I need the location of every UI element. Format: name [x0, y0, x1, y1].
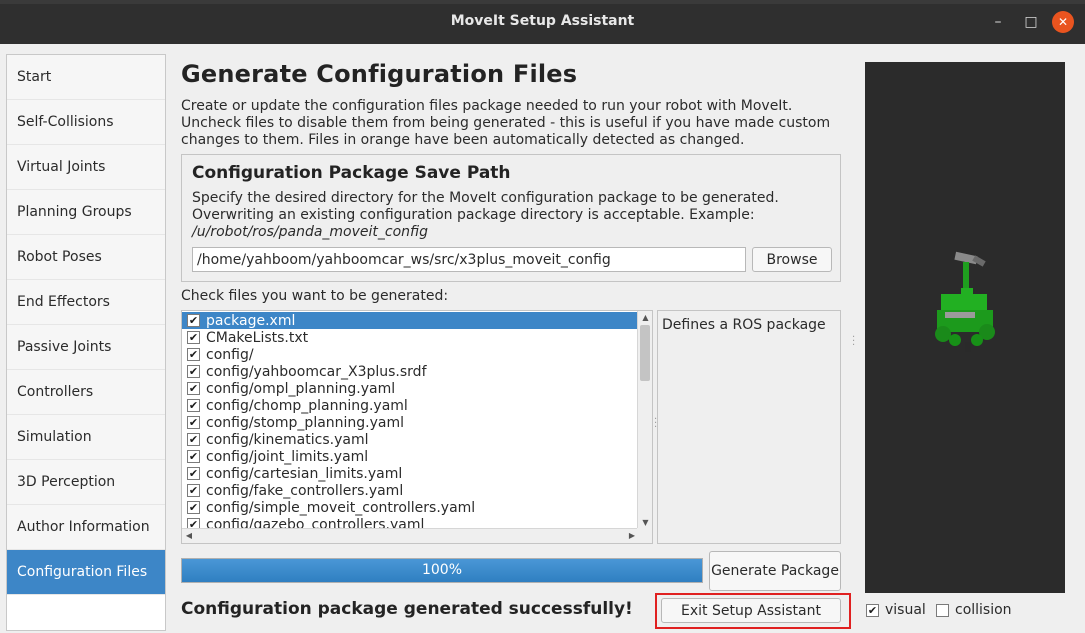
scroll-left-icon[interactable]: ◀ — [182, 529, 196, 543]
scrollbar-thumb[interactable] — [640, 325, 650, 381]
list-item[interactable]: ✔ config/yahboomcar_X3plus.srdf — [182, 363, 638, 380]
progress-label: 100% — [421, 562, 463, 578]
checkbox-checked-icon[interactable]: ✔ — [187, 382, 200, 395]
minimize-icon[interactable]: – — [988, 12, 1008, 32]
sidebar-item-end-effectors[interactable]: End Effectors — [7, 280, 165, 325]
file-description-panel: Defines a ROS package — [657, 310, 841, 544]
file-name: config/ompl_planning.yaml — [206, 380, 396, 397]
sidebar-item-virtual-joints[interactable]: Virtual Joints — [7, 145, 165, 190]
checkbox-checked-icon[interactable]: ✔ — [187, 416, 200, 429]
sidebar-item-configuration-files[interactable]: Configuration Files — [7, 550, 165, 595]
list-item[interactable]: ✔ package.xml — [182, 312, 638, 329]
collision-label: collision — [955, 602, 1012, 618]
sidebar-item-self-collisions[interactable]: Self-Collisions — [7, 100, 165, 145]
collision-toggle[interactable]: collision — [936, 602, 1012, 618]
visual-toggle[interactable]: ✔ visual — [866, 602, 926, 618]
file-name: config/fake_controllers.yaml — [206, 482, 404, 499]
list-item[interactable]: ✔ config/joint_limits.yaml — [182, 448, 638, 465]
sidebar-item-robot-poses[interactable]: Robot Poses — [7, 235, 165, 280]
file-name: package.xml — [206, 312, 296, 329]
save-path-heading: Configuration Package Save Path — [192, 163, 511, 183]
checkbox-checked-icon[interactable]: ✔ — [866, 603, 879, 617]
sidebar-item-3d-perception[interactable]: 3D Perception — [7, 460, 165, 505]
robot-model-icon — [935, 251, 995, 352]
file-name: config/cartesian_limits.yaml — [206, 465, 403, 482]
generate-package-button[interactable]: Generate Package — [709, 551, 841, 591]
sidebar-item-passive-joints[interactable]: Passive Joints — [7, 325, 165, 370]
file-name: config/simple_moveit_controllers.yaml — [206, 499, 476, 516]
browse-button[interactable]: Browse — [752, 247, 832, 272]
list-item[interactable]: ✔ CMakeLists.txt — [182, 329, 638, 346]
checkbox-checked-icon[interactable]: ✔ — [187, 365, 200, 378]
scroll-up-icon[interactable]: ▲ — [638, 311, 652, 325]
vertical-scrollbar[interactable]: ▲ ▼ — [637, 311, 652, 530]
list-item[interactable]: ✔ config/chomp_planning.yaml — [182, 397, 638, 414]
horizontal-scrollbar[interactable]: ◀ ▶ — [182, 528, 639, 543]
checkbox-checked-icon[interactable]: ✔ — [187, 484, 200, 497]
checkbox-checked-icon[interactable]: ✔ — [187, 450, 200, 463]
list-item[interactable]: ✔ config/kinematics.yaml — [182, 431, 638, 448]
checkbox-checked-icon[interactable]: ✔ — [187, 467, 200, 480]
file-name: config/ — [206, 346, 254, 363]
title-bar-strip — [0, 0, 1085, 4]
list-item[interactable]: ✔ config/cartesian_limits.yaml — [182, 465, 638, 482]
maximize-icon[interactable]: □ — [1021, 12, 1041, 32]
file-name: CMakeLists.txt — [206, 329, 309, 346]
list-item[interactable]: ✔ config/ompl_planning.yaml — [182, 380, 638, 397]
checkbox-unchecked-icon[interactable] — [936, 603, 949, 617]
file-name: config/joint_limits.yaml — [206, 448, 369, 465]
sidebar-item-planning-groups[interactable]: Planning Groups — [7, 190, 165, 235]
title-bar: MoveIt Setup Assistant – □ ✕ — [0, 0, 1085, 44]
main-panel: Generate Configuration Files Create or u… — [181, 60, 841, 149]
save-path-input[interactable] — [192, 247, 746, 272]
sidebar-item-controllers[interactable]: Controllers — [7, 370, 165, 415]
checkbox-checked-icon[interactable]: ✔ — [187, 433, 200, 446]
list-item[interactable]: ✔ config/stomp_planning.yaml — [182, 414, 638, 431]
visual-label: visual — [885, 602, 926, 618]
checkbox-checked-icon[interactable]: ✔ — [187, 348, 200, 361]
window-title: MoveIt Setup Assistant — [450, 13, 635, 29]
close-icon[interactable]: ✕ — [1052, 11, 1074, 33]
list-item[interactable]: ✔ config/fake_controllers.yaml — [182, 482, 638, 499]
file-name: config/kinematics.yaml — [206, 431, 369, 448]
sidebar-item-start[interactable]: Start — [7, 55, 165, 100]
save-path-group: Configuration Package Save Path Specify … — [181, 154, 841, 282]
exit-button-highlight — [655, 593, 851, 629]
sidebar-item-author-information[interactable]: Author Information — [7, 505, 165, 550]
page-title: Generate Configuration Files — [181, 60, 578, 88]
save-path-description-text: Specify the desired directory for the Mo… — [192, 190, 779, 223]
checkbox-checked-icon[interactable]: ✔ — [187, 501, 200, 514]
checkbox-checked-icon[interactable]: ✔ — [187, 331, 200, 344]
files-label: Check files you want to be generated: — [181, 288, 449, 304]
save-path-description: Specify the desired directory for the Mo… — [192, 190, 832, 241]
checkbox-checked-icon[interactable]: ✔ — [187, 399, 200, 412]
sidebar-item-simulation[interactable]: Simulation — [7, 415, 165, 460]
file-list: ✔ package.xml ✔ CMakeLists.txt ✔ config/ ✔ c… — [181, 310, 653, 544]
file-name: config/chomp_planning.yaml — [206, 397, 408, 414]
sidebar: Start Self-Collisions Virtual Joints Pla… — [6, 54, 166, 631]
scroll-corner — [637, 528, 652, 543]
list-item[interactable]: ✔ config/ — [182, 346, 638, 363]
file-name: config/stomp_planning.yaml — [206, 414, 405, 431]
checkbox-checked-icon[interactable]: ✔ — [187, 314, 200, 327]
splitter-handle-icon[interactable]: · · · — [852, 333, 855, 351]
file-name: config/yahboomcar_X3plus.srdf — [206, 363, 427, 380]
save-path-example: /u/robot/ros/panda_moveit_config — [192, 224, 428, 240]
robot-viewport[interactable] — [865, 62, 1065, 593]
progress-bar: 100% — [181, 558, 703, 583]
page-description: Create or update the configuration files… — [181, 98, 831, 148]
status-message: Configuration package generated successf… — [181, 599, 633, 619]
list-item[interactable]: ✔ config/simple_moveit_controllers.yaml — [182, 499, 638, 516]
